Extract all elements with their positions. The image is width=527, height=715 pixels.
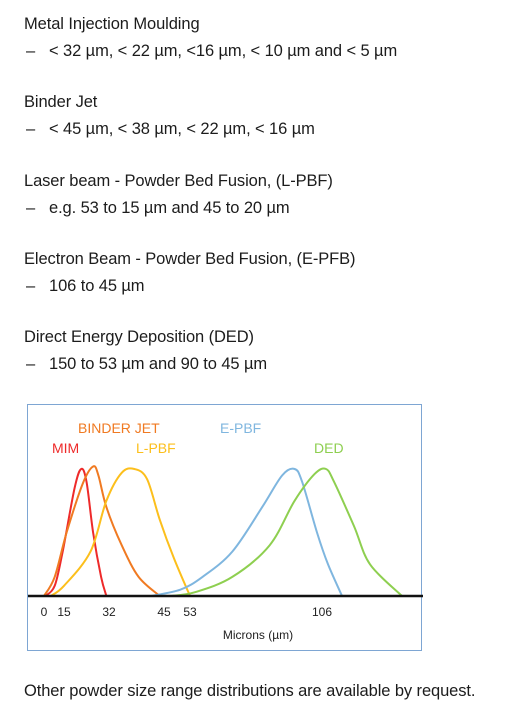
dash-bullet-icon: – [26, 355, 36, 373]
dash-bullet-icon: – [26, 120, 36, 138]
section-detail: –150 to 53 µm and 90 to 45 µm [24, 354, 267, 374]
section-detail: – e.g. 53 to 15 µm and 45 to 20 µm [24, 198, 333, 218]
dash-bullet-icon: – [26, 42, 36, 60]
size-ranges-text: 150 to 53 µm and 90 to 45 µm [49, 355, 268, 373]
x-tick-label: 106 [312, 605, 332, 619]
section-detail: – < 32 µm, < 22 µm, <16 µm, < 10 µm and <… [24, 41, 397, 61]
series-label-l-pbf: L-PBF [136, 440, 176, 456]
section-heading: Metal Injection Moulding [24, 15, 200, 33]
x-tick-label: 45 [157, 605, 171, 619]
x-tick-label: 53 [183, 605, 197, 619]
section-1: Binder Jet – < 45 µm, < 38 µm, < 22 µm, < … [24, 92, 315, 139]
series-labels: MIM BINDER JET L-PBF E-PBF DED [52, 420, 344, 456]
series-label-ded: DED [314, 440, 344, 456]
x-tick-label: 15 [57, 605, 71, 619]
chart-curves [43, 465, 403, 597]
particle-size-distribution-chart: 0 15 32 45 53 106 MIM BINDER JET L-PBF E-PBF DED … [27, 404, 423, 651]
section-3: Electron Beam - Powder Bed Fusion, (E-PF… [24, 249, 356, 296]
series-line-e-pbf [151, 467, 343, 597]
dash-bullet-icon: – [26, 199, 36, 217]
section-detail: – < 45 µm, < 38 µm, < 22 µm, < 16 µm [24, 119, 315, 139]
x-tick-label: 32 [102, 605, 116, 619]
series-line-l-pbf [50, 467, 191, 597]
section-heading: Electron Beam - Powder Bed Fusion, (E-PF… [24, 250, 356, 268]
chart-svg: 0 15 32 45 53 106 MIMBINDER JETL-PBFE-PBFDED … [28, 420, 423, 642]
section-detail: –106 to 45 µm [24, 276, 355, 296]
section-heading: Laser beam - Powder Bed Fusion, (L-PBF) [24, 172, 333, 190]
footer-note: Other powder size range distributions ar… [24, 682, 476, 700]
series-line-ded [170, 467, 403, 597]
series-label-binder-jet: BINDER JET [78, 420, 160, 436]
section-2: Laser beam - Powder Bed Fusion, (L-PBF) –… [24, 171, 333, 218]
x-axis-label: Microns (µm) [223, 628, 293, 642]
size-ranges-text: < 32 µm, < 22 µm, <16 µm, < 10 µm and < … [49, 42, 398, 60]
size-ranges-text: < 45 µm, < 38 µm, < 22 µm, < 16 µm [49, 120, 315, 138]
size-ranges-text: 106 to 45 µm [49, 277, 145, 295]
dash-bullet-icon: – [26, 277, 36, 295]
series-label-mim: MIM [52, 440, 79, 456]
section-heading: Binder Jet [24, 93, 98, 111]
size-ranges-text: e.g. 53 to 15 µm and 45 to 20 µm [49, 199, 290, 217]
x-tick-label: 0 [41, 605, 48, 619]
section-4: Direct Energy Deposition (DED) –150 to 53… [24, 327, 267, 374]
series-label-e-pbf: E-PBF [220, 420, 261, 436]
section-0: Metal Injection Moulding – < 32 µm, < 22 µ… [24, 14, 397, 61]
x-tick-labels: 0 15 32 45 53 106 [41, 605, 333, 619]
section-heading: Direct Energy Deposition (DED) [24, 328, 254, 346]
